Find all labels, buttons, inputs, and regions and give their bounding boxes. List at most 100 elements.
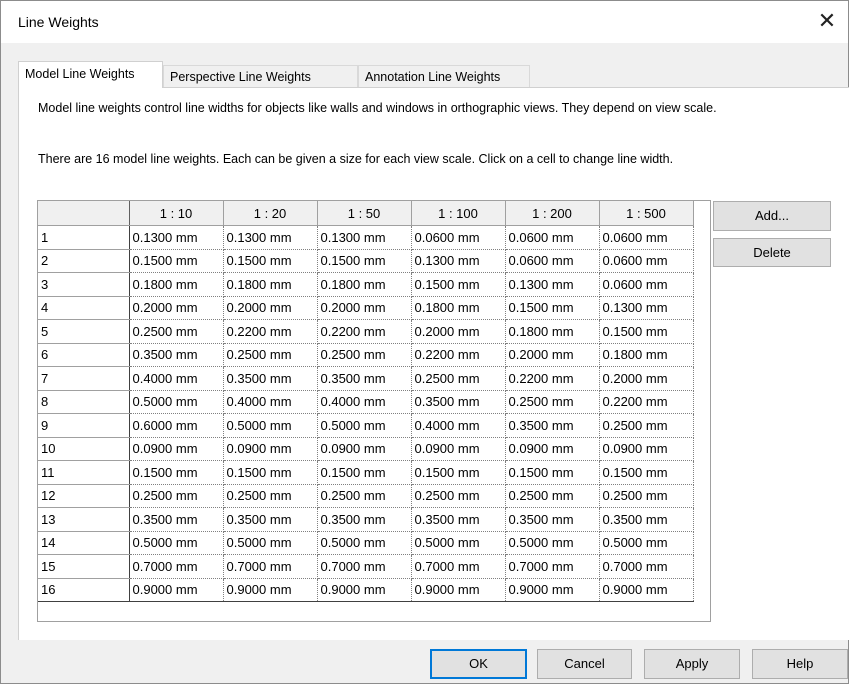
line-width-cell[interactable]: 0.2000 mm bbox=[599, 366, 694, 391]
column-header-scale[interactable]: 1 : 10 bbox=[129, 201, 224, 226]
line-width-cell[interactable]: 0.1500 mm bbox=[129, 460, 224, 485]
line-width-cell[interactable]: 0.2200 mm bbox=[505, 366, 600, 391]
line-width-cell[interactable]: 0.2500 mm bbox=[505, 390, 600, 414]
line-width-cell[interactable]: 0.2500 mm bbox=[317, 343, 412, 367]
line-width-cell[interactable]: 0.5000 mm bbox=[223, 531, 318, 555]
line-width-cell[interactable]: 0.1500 mm bbox=[223, 249, 318, 273]
tab-model-line-weights[interactable]: Model Line Weights bbox=[18, 61, 163, 88]
line-width-cell[interactable]: 0.2500 mm bbox=[505, 484, 600, 508]
line-width-cell[interactable]: 0.1300 mm bbox=[411, 249, 506, 273]
line-width-cell[interactable]: 0.3500 mm bbox=[599, 507, 694, 532]
line-width-cell[interactable]: 0.3500 mm bbox=[411, 390, 506, 414]
column-header-scale[interactable]: 1 : 200 bbox=[505, 201, 600, 226]
line-width-cell[interactable]: 0.0600 mm bbox=[599, 272, 694, 297]
line-width-cell[interactable]: 0.2500 mm bbox=[129, 319, 224, 344]
line-width-cell[interactable]: 0.2500 mm bbox=[599, 484, 694, 508]
line-width-cell[interactable]: 0.9000 mm bbox=[411, 578, 506, 602]
line-width-cell[interactable]: 0.1800 mm bbox=[129, 272, 224, 297]
line-width-cell[interactable]: 0.9000 mm bbox=[223, 578, 318, 602]
line-width-cell[interactable]: 0.1300 mm bbox=[505, 272, 600, 297]
line-width-cell[interactable]: 0.5000 mm bbox=[505, 531, 600, 555]
line-width-cell[interactable]: 0.4000 mm bbox=[129, 366, 224, 391]
line-width-cell[interactable]: 0.2000 mm bbox=[505, 343, 600, 367]
line-width-cell[interactable]: 0.0900 mm bbox=[223, 437, 318, 461]
line-width-cell[interactable]: 0.5000 mm bbox=[317, 531, 412, 555]
line-width-cell[interactable]: 0.7000 mm bbox=[223, 554, 318, 579]
line-width-cell[interactable]: 0.2000 mm bbox=[223, 296, 318, 320]
line-width-cell[interactable]: 0.1500 mm bbox=[411, 272, 506, 297]
delete-button[interactable]: Delete bbox=[713, 238, 831, 267]
line-width-cell[interactable]: 0.4000 mm bbox=[411, 413, 506, 438]
line-width-cell[interactable]: 0.0900 mm bbox=[599, 437, 694, 461]
line-width-cell[interactable]: 0.3500 mm bbox=[411, 507, 506, 532]
line-width-cell[interactable]: 0.7000 mm bbox=[505, 554, 600, 579]
line-width-cell[interactable]: 0.0600 mm bbox=[599, 249, 694, 273]
line-width-cell[interactable]: 0.1300 mm bbox=[129, 225, 224, 250]
line-width-cell[interactable]: 0.1300 mm bbox=[223, 225, 318, 250]
line-width-cell[interactable]: 0.2000 mm bbox=[317, 296, 412, 320]
line-width-cell[interactable]: 0.1500 mm bbox=[223, 460, 318, 485]
tab-perspective-line-weights[interactable]: Perspective Line Weights bbox=[163, 65, 358, 87]
line-width-cell[interactable]: 0.2500 mm bbox=[599, 413, 694, 438]
column-header-scale[interactable]: 1 : 50 bbox=[317, 201, 412, 226]
line-width-cell[interactable]: 0.9000 mm bbox=[505, 578, 600, 602]
column-header-scale[interactable]: 1 : 100 bbox=[411, 201, 506, 226]
line-width-cell[interactable]: 0.1800 mm bbox=[599, 343, 694, 367]
line-width-cell[interactable]: 0.3500 mm bbox=[223, 366, 318, 391]
line-width-cell[interactable]: 0.1500 mm bbox=[317, 460, 412, 485]
line-width-cell[interactable]: 0.0900 mm bbox=[129, 437, 224, 461]
column-header-scale[interactable]: 1 : 20 bbox=[223, 201, 318, 226]
line-width-cell[interactable]: 0.1500 mm bbox=[505, 460, 600, 485]
line-width-cell[interactable]: 0.5000 mm bbox=[599, 531, 694, 555]
line-width-cell[interactable]: 0.0600 mm bbox=[411, 225, 506, 250]
line-width-cell[interactable]: 0.1500 mm bbox=[599, 319, 694, 344]
line-width-cell[interactable]: 0.7000 mm bbox=[317, 554, 412, 579]
line-width-cell[interactable]: 0.0900 mm bbox=[411, 437, 506, 461]
help-button[interactable]: Help bbox=[752, 649, 848, 679]
line-width-cell[interactable]: 0.7000 mm bbox=[129, 554, 224, 579]
add-button[interactable]: Add... bbox=[713, 201, 831, 231]
line-width-cell[interactable]: 0.2200 mm bbox=[317, 319, 412, 344]
line-width-cell[interactable]: 0.3500 mm bbox=[129, 507, 224, 532]
line-width-cell[interactable]: 0.0900 mm bbox=[317, 437, 412, 461]
line-width-cell[interactable]: 0.1500 mm bbox=[411, 460, 506, 485]
line-width-cell[interactable]: 0.1300 mm bbox=[317, 225, 412, 250]
line-width-cell[interactable]: 0.3500 mm bbox=[505, 413, 600, 438]
line-width-cell[interactable]: 0.2500 mm bbox=[411, 366, 506, 391]
line-width-cell[interactable]: 0.4000 mm bbox=[317, 390, 412, 414]
line-width-cell[interactable]: 0.2000 mm bbox=[129, 296, 224, 320]
line-width-cell[interactable]: 0.1500 mm bbox=[317, 249, 412, 273]
line-width-cell[interactable]: 0.9000 mm bbox=[599, 578, 694, 602]
column-header-scale[interactable]: 1 : 500 bbox=[599, 201, 694, 226]
line-width-cell[interactable]: 0.1800 mm bbox=[223, 272, 318, 297]
line-width-cell[interactable]: 0.1500 mm bbox=[599, 460, 694, 485]
tab-annotation-line-weights[interactable]: Annotation Line Weights bbox=[358, 65, 530, 87]
line-width-cell[interactable]: 0.0600 mm bbox=[505, 249, 600, 273]
line-width-cell[interactable]: 0.3500 mm bbox=[129, 343, 224, 367]
line-width-cell[interactable]: 0.1800 mm bbox=[411, 296, 506, 320]
line-width-cell[interactable]: 0.1500 mm bbox=[129, 249, 224, 273]
line-width-cell[interactable]: 0.5000 mm bbox=[223, 413, 318, 438]
line-width-cell[interactable]: 0.3500 mm bbox=[223, 507, 318, 532]
line-width-cell[interactable]: 0.9000 mm bbox=[317, 578, 412, 602]
line-width-cell[interactable]: 0.3500 mm bbox=[317, 507, 412, 532]
line-width-cell[interactable]: 0.7000 mm bbox=[411, 554, 506, 579]
close-icon[interactable]: ✕ bbox=[812, 7, 842, 37]
line-width-cell[interactable]: 0.5000 mm bbox=[317, 413, 412, 438]
line-width-cell[interactable]: 0.3500 mm bbox=[317, 366, 412, 391]
line-width-cell[interactable]: 0.2200 mm bbox=[599, 390, 694, 414]
line-width-cell[interactable]: 0.6000 mm bbox=[129, 413, 224, 438]
line-width-cell[interactable]: 0.1800 mm bbox=[505, 319, 600, 344]
apply-button[interactable]: Apply bbox=[644, 649, 740, 679]
line-width-cell[interactable]: 0.0600 mm bbox=[599, 225, 694, 250]
line-width-cell[interactable]: 0.5000 mm bbox=[129, 390, 224, 414]
ok-button[interactable]: OK bbox=[430, 649, 527, 679]
line-width-cell[interactable]: 0.3500 mm bbox=[505, 507, 600, 532]
line-width-cell[interactable]: 0.1500 mm bbox=[505, 296, 600, 320]
line-width-cell[interactable]: 0.2200 mm bbox=[223, 319, 318, 344]
line-width-cell[interactable]: 0.2000 mm bbox=[411, 319, 506, 344]
line-width-cell[interactable]: 0.0900 mm bbox=[505, 437, 600, 461]
cancel-button[interactable]: Cancel bbox=[537, 649, 632, 679]
line-width-cell[interactable]: 0.4000 mm bbox=[223, 390, 318, 414]
line-width-cell[interactable]: 0.5000 mm bbox=[129, 531, 224, 555]
